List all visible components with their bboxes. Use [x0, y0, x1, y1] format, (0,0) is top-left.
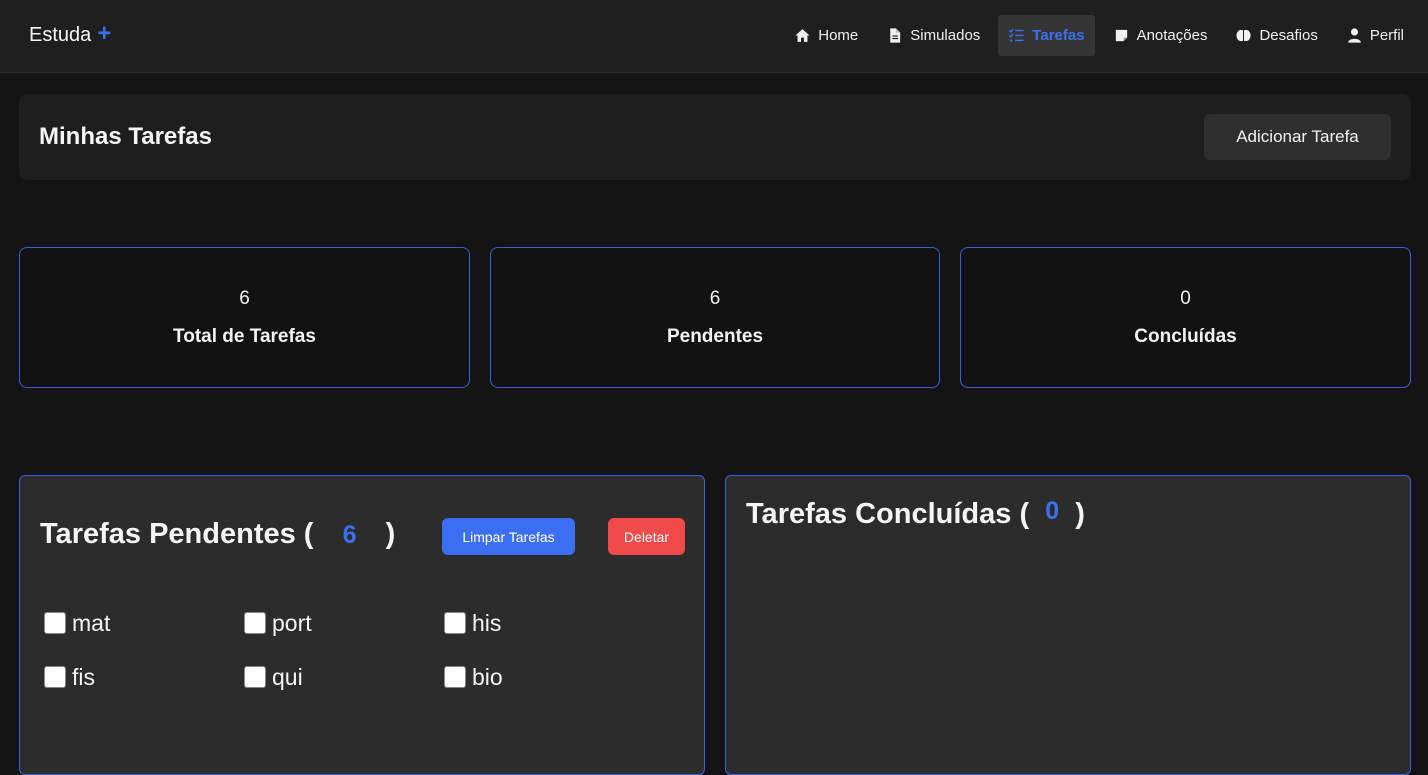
- task-checkbox[interactable]: [44, 666, 66, 688]
- nav-item-home[interactable]: Home: [784, 15, 868, 56]
- nav-item-desafios[interactable]: Desafios: [1225, 15, 1327, 56]
- tasks-header-card: Minhas Tarefas Adicionar Tarefa: [19, 94, 1411, 180]
- task-item-port[interactable]: port: [244, 610, 444, 636]
- stat-label: Total de Tarefas: [173, 326, 316, 347]
- brand-logo[interactable]: Estuda +: [29, 19, 112, 47]
- task-checkbox[interactable]: [444, 666, 466, 688]
- stat-value: 6: [709, 288, 721, 309]
- completed-panel-title: Tarefas Concluídas ( 0 ): [746, 497, 1085, 531]
- nav-item-tarefas[interactable]: Tarefas: [998, 15, 1095, 56]
- task-item-fis[interactable]: fis: [44, 664, 244, 690]
- clear-tasks-button[interactable]: Limpar Tarefas: [442, 518, 575, 555]
- nav-item-label: Simulados: [910, 27, 981, 44]
- task-item-qui[interactable]: qui: [244, 664, 444, 690]
- pending-title-text: Tarefas Pendentes: [40, 518, 296, 550]
- pending-count: 6: [342, 521, 357, 549]
- brain-icon: [1236, 29, 1252, 42]
- add-task-button[interactable]: Adicionar Tarefa: [1204, 114, 1391, 160]
- stat-value: 0: [1180, 288, 1191, 309]
- main-nav: Home Simulados Tarefas Anotações Desafio…: [784, 15, 1414, 56]
- task-item-his[interactable]: his: [444, 610, 644, 636]
- brand-name: Estuda: [29, 24, 92, 46]
- nav-item-simulados[interactable]: Simulados: [876, 15, 990, 56]
- task-checkbox[interactable]: [444, 612, 466, 634]
- stat-label: Concluídas: [1134, 326, 1237, 347]
- nav-item-label: Perfil: [1369, 27, 1404, 44]
- stat-card-total: 6 Total de Tarefas: [19, 247, 470, 388]
- pending-tasks-panel: Tarefas Pendentes ( 6 ) Limpar Tarefas D…: [19, 475, 705, 775]
- user-icon: [1347, 28, 1361, 43]
- nav-item-anotacoes[interactable]: Anotações: [1103, 15, 1218, 56]
- task-label: fis: [72, 663, 95, 690]
- pending-open-paren: (: [303, 518, 314, 550]
- completed-open-paren: (: [1019, 498, 1030, 530]
- completed-tasks-panel: Tarefas Concluídas ( 0 ): [725, 475, 1411, 775]
- pending-task-list: mat port his fis qui bio: [44, 610, 664, 690]
- task-checkbox[interactable]: [244, 666, 266, 688]
- file-icon: [890, 28, 901, 43]
- stat-card-completed: 0 Concluídas: [960, 247, 1411, 388]
- task-label: his: [472, 609, 502, 636]
- nav-item-label: Home: [818, 27, 859, 44]
- task-label: bio: [472, 663, 503, 690]
- list-check-icon: [1009, 28, 1024, 42]
- task-checkbox[interactable]: [244, 612, 266, 634]
- navbar: Estuda + Home Simulados Tarefas Anotaçõe…: [0, 0, 1428, 73]
- stat-card-pending: 6 Pendentes: [490, 247, 940, 388]
- pending-panel-title: Tarefas Pendentes ( 6 ): [40, 518, 395, 551]
- note-icon: [1115, 29, 1127, 42]
- nav-item-label: Anotações: [1136, 27, 1208, 44]
- delete-button[interactable]: Deletar: [608, 518, 685, 555]
- completed-close-paren: ): [1075, 498, 1085, 530]
- task-label: port: [272, 609, 312, 636]
- task-checkbox[interactable]: [44, 612, 66, 634]
- completed-count: 0: [1045, 497, 1060, 525]
- task-label: qui: [272, 663, 303, 690]
- task-label: mat: [72, 609, 111, 636]
- nav-item-label: Desafios: [1259, 27, 1318, 44]
- page-title: Minhas Tarefas: [39, 123, 212, 150]
- nav-item-label: Tarefas: [1032, 27, 1085, 44]
- task-item-bio[interactable]: bio: [444, 664, 644, 690]
- completed-title-text: Tarefas Concluídas: [746, 498, 1012, 530]
- home-icon: [795, 29, 810, 42]
- brand-plus-icon: +: [97, 19, 112, 47]
- pending-close-paren: ): [385, 518, 396, 550]
- task-item-mat[interactable]: mat: [44, 610, 244, 636]
- nav-item-perfil[interactable]: Perfil: [1336, 15, 1414, 56]
- stat-value: 6: [239, 288, 250, 309]
- stat-label: Pendentes: [666, 326, 764, 347]
